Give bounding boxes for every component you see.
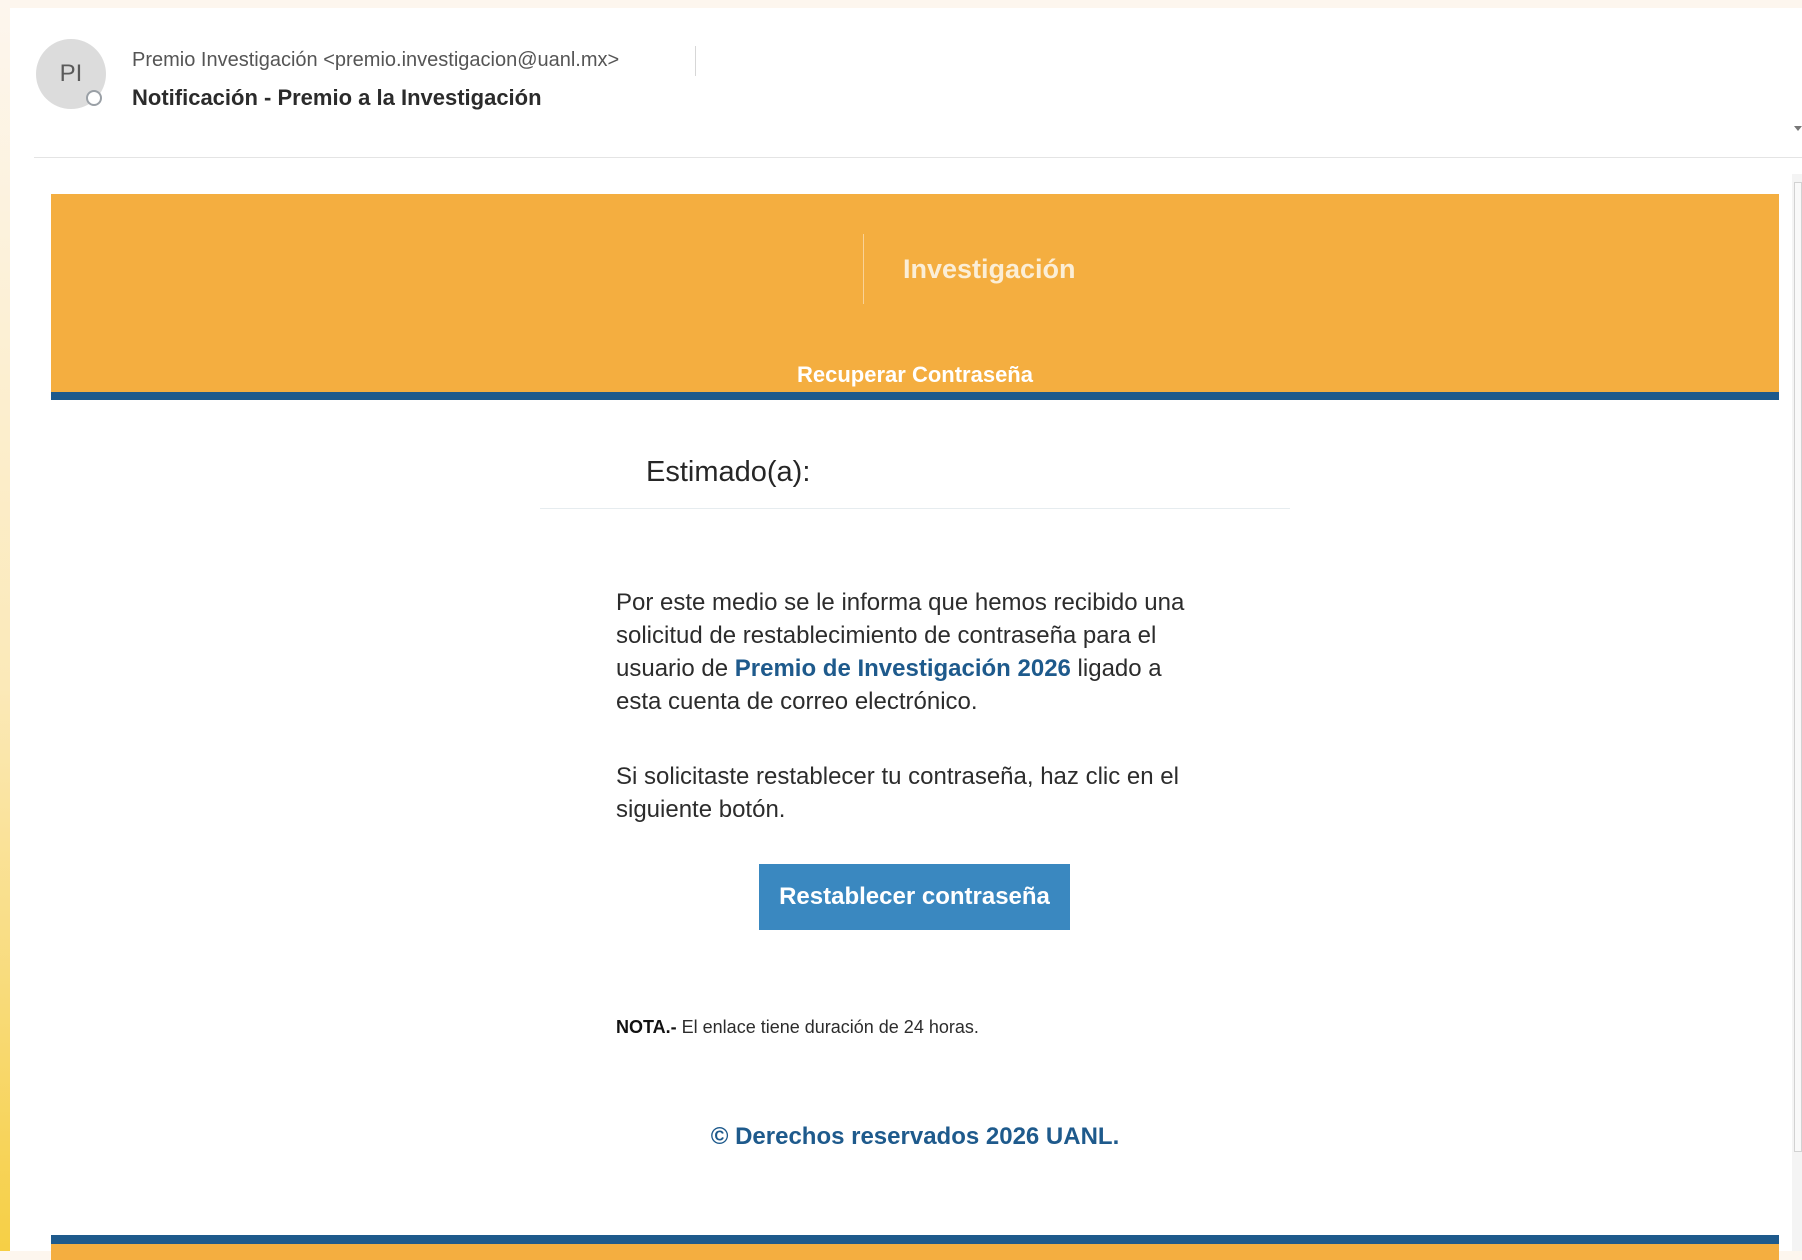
footer-bar — [51, 1235, 1779, 1260]
chevron-down-icon[interactable] — [1794, 126, 1802, 131]
email-reading-pane: PI Premio Investigación <premio.investig… — [10, 8, 1802, 1260]
info-paragraph: Por este medio se le informa que hemos r… — [616, 586, 1206, 718]
scrollbar-thumb[interactable] — [1794, 182, 1802, 1152]
greeting-divider — [540, 508, 1290, 509]
banner-divider — [863, 234, 864, 304]
header-separator — [34, 157, 1802, 158]
presence-status-icon — [86, 90, 102, 106]
program-name: Premio de Investigación 2026 — [734, 655, 1071, 682]
banner-subtitle: Recuperar Contraseña — [797, 362, 1033, 387]
reset-password-button[interactable]: Restablecer contraseña — [759, 864, 1070, 930]
expiry-note: NOTA.- El enlace tiene duración de 24 ho… — [616, 1017, 979, 1038]
avatar-initials: PI — [59, 60, 83, 87]
left-edge — [0, 0, 10, 1251]
copyright-footer: © Derechos reservados 2026 UANL. — [710, 1123, 1120, 1150]
email-subject: Notificación - Premio a la Investigación — [132, 85, 542, 110]
email-banner: Investigación Recuperar Contraseña — [51, 194, 1779, 400]
note-text: El enlace tiene duración de 24 horas. — [676, 1017, 979, 1037]
banner-title: Investigación — [903, 254, 1076, 284]
instruction-paragraph: Si solicitaste restablecer tu contraseña… — [616, 763, 1179, 823]
greeting: Estimado(a): — [646, 456, 811, 488]
note-label: NOTA.- — [616, 1017, 677, 1037]
header-divider — [695, 46, 696, 76]
vertical-scrollbar[interactable] — [1792, 174, 1802, 1251]
sender-from[interactable]: Premio Investigación <premio.investigaci… — [132, 49, 619, 72]
